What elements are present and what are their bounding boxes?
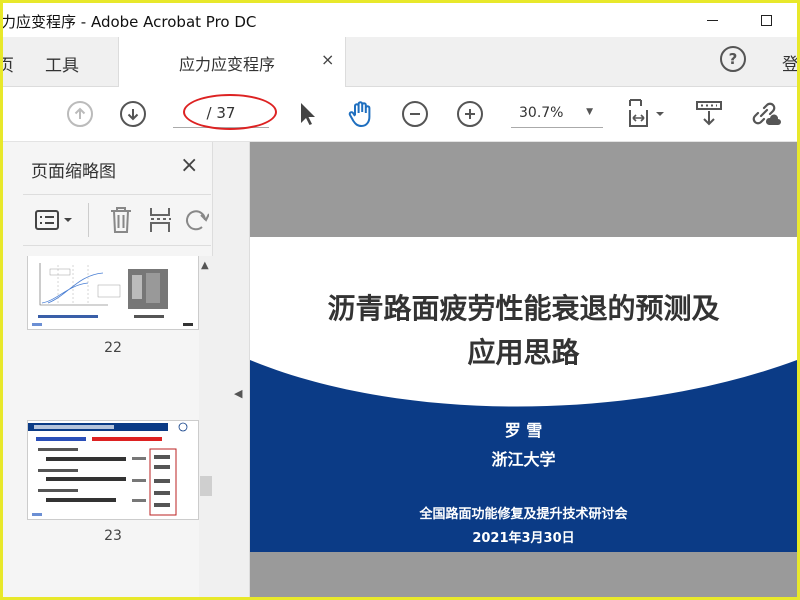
tab-home[interactable]: 页	[3, 51, 14, 76]
trash-icon	[111, 207, 131, 233]
hand-tool-button[interactable]	[345, 98, 377, 130]
select-tool-button[interactable]	[291, 98, 323, 130]
zoom-out-icon	[402, 101, 428, 127]
thumbnail-22-preview	[28, 256, 198, 329]
page-thumbnails-panel: 页面缩略图 × 22 23 ▲	[3, 142, 213, 597]
share-link-icon	[752, 102, 781, 125]
panel-close-icon[interactable]: ×	[180, 153, 198, 178]
hand-tool-icon	[348, 101, 371, 127]
select-arrow-icon	[301, 103, 315, 125]
previous-page-button[interactable]	[64, 98, 96, 130]
thumbnail-page-22[interactable]	[27, 256, 199, 330]
scroll-up-icon[interactable]: ▲	[201, 260, 209, 271]
help-button[interactable]: ?	[720, 46, 746, 72]
scroll-mode-icon	[696, 101, 722, 126]
tab-document-label: 应力应变程序	[179, 55, 276, 74]
app-window: 力应变程序 - Adobe Acrobat Pro DC 页 工具 应力应变程序…	[3, 3, 797, 597]
panel-splitter[interactable]: ◀	[213, 142, 250, 597]
rotate-icon	[186, 210, 209, 231]
previous-page-icon	[67, 101, 93, 127]
minimize-button[interactable]	[689, 3, 735, 37]
thumbnail-page-22-number: 22	[104, 340, 122, 356]
thumbnail-list: 22 23	[3, 256, 199, 597]
extract-pages-button[interactable]	[147, 206, 175, 238]
panel-title: 页面缩略图	[31, 162, 116, 182]
slide-meeting: 全国路面功能修复及提升技术研讨会	[419, 507, 628, 522]
share-link-button[interactable]	[749, 98, 781, 130]
slide-page: 沥青路面疲劳性能衰退的预测及 应用思路 罗 雪 浙江大学 全国路面功能修复及提升…	[250, 237, 797, 552]
slide-title-line1: 沥青路面疲劳性能衰退的预测及	[327, 292, 720, 325]
page-fit-icon	[629, 99, 664, 127]
next-page-icon	[120, 101, 146, 127]
sign-in-button[interactable]: 登	[782, 50, 797, 75]
panel-toolbar	[23, 194, 211, 246]
tab-bar: 页 工具 应力应变程序 × ? 登	[3, 37, 797, 87]
thumbnail-23-preview	[28, 421, 198, 519]
thumbnail-page-23[interactable]	[27, 420, 199, 520]
tab-document[interactable]: 应力应变程序 ×	[118, 37, 346, 87]
thumbnail-scrollbar[interactable]: ▲	[199, 256, 213, 597]
document-view[interactable]: 沥青路面疲劳性能衰退的预测及 应用思路 罗 雪 浙江大学 全国路面功能修复及提升…	[250, 142, 797, 597]
toolbar: / 37 30.7% ▼	[3, 88, 797, 142]
zoom-level-select[interactable]: 30.7% ▼	[511, 98, 603, 128]
scrollbar-thumb[interactable]	[200, 476, 212, 496]
thumbnail-page-23-number: 23	[104, 528, 122, 544]
zoom-out-button[interactable]	[399, 98, 431, 130]
rotate-page-button[interactable]	[183, 206, 209, 238]
red-annotation-oval	[183, 94, 277, 130]
page-fit-button[interactable]	[623, 98, 671, 130]
extract-pages-icon	[150, 208, 171, 232]
slide-organization: 浙江大学	[491, 450, 556, 469]
next-page-button[interactable]	[117, 98, 149, 130]
options-list-icon	[35, 210, 72, 230]
window-title: 力应变程序 - Adobe Acrobat Pro DC	[3, 13, 257, 31]
tab-close-icon[interactable]: ×	[321, 50, 334, 69]
toolbar-divider	[88, 203, 89, 237]
zoom-in-button[interactable]	[454, 98, 486, 130]
slide-author: 罗 雪	[504, 421, 543, 440]
minimize-icon	[706, 19, 718, 21]
delete-page-button[interactable]	[109, 206, 133, 238]
zoom-in-icon	[457, 101, 483, 127]
maximize-icon	[760, 14, 772, 26]
chevron-down-icon: ▼	[586, 107, 593, 117]
maximize-button[interactable]	[743, 3, 789, 37]
slide-date: 2021年3月30日	[472, 531, 575, 546]
collapse-panel-icon[interactable]: ◀	[234, 387, 242, 400]
thumbnail-options-button[interactable]	[33, 207, 81, 235]
title-bar: 力应变程序 - Adobe Acrobat Pro DC	[3, 3, 797, 37]
scroll-mode-button[interactable]	[693, 98, 725, 130]
tab-tools[interactable]: 工具	[45, 51, 79, 76]
zoom-value: 30.7%	[519, 104, 564, 121]
